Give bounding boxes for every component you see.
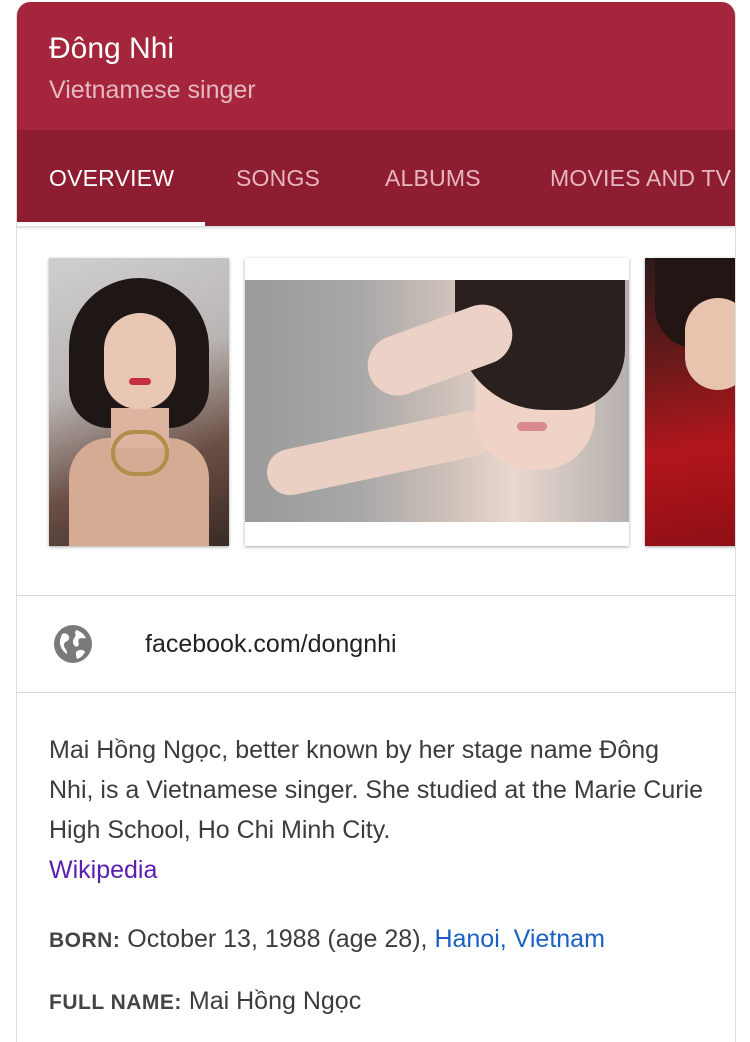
photo-3-face (685, 298, 735, 390)
photo-2-image (245, 280, 629, 522)
photo-2[interactable] (245, 258, 629, 546)
fact-born: BORN: October 13, 1988 (age 28), Hanoi, … (49, 925, 605, 954)
tab-songs[interactable]: SONGS (236, 165, 320, 192)
birthplace-link[interactable]: Hanoi, Vietnam (434, 925, 604, 953)
photo-1-face (104, 313, 176, 409)
photo-carousel[interactable] (17, 258, 735, 550)
website-link[interactable]: facebook.com/dongnhi (145, 630, 397, 659)
entity-description: Mai Hồng Ngọc, better known by her stage… (49, 730, 709, 890)
fact-born-label: BORN: (49, 929, 121, 952)
divider (17, 692, 735, 693)
globe-icon (53, 624, 93, 664)
fact-full-name-label: FULL NAME: (49, 991, 182, 1014)
photo-2-arm (262, 406, 498, 500)
photo-1[interactable] (49, 258, 229, 546)
photo-3[interactable] (645, 258, 735, 546)
entity-title: Đông Nhi (49, 32, 175, 65)
photo-2-lips (517, 422, 547, 431)
fact-full-name-value: Mai Hồng Ngọc (188, 987, 362, 1015)
fact-full-name: FULL NAME: Mai Hồng Ngọc (49, 987, 361, 1016)
wikipedia-link[interactable]: Wikipedia (49, 850, 709, 890)
panel-header: Đông Nhi Vietnamese singer (17, 2, 735, 130)
divider (17, 595, 735, 596)
entity-subtitle: Vietnamese singer (49, 76, 256, 104)
description-text: Mai Hồng Ngọc, better known by her stage… (49, 736, 704, 844)
knowledge-panel: Đông Nhi Vietnamese singer OVERVIEW SONG… (16, 2, 736, 1042)
tab-overview[interactable]: OVERVIEW (49, 165, 174, 192)
tab-movies-and-tv[interactable]: MOVIES AND TV (550, 165, 731, 192)
photo-1-lips (129, 378, 151, 385)
fact-born-value: October 13, 1988 (age 28), (127, 925, 428, 953)
tab-bar-shadow (17, 226, 735, 230)
photo-1-necklace (111, 430, 169, 476)
tab-albums[interactable]: ALBUMS (385, 165, 481, 192)
tab-bar: OVERVIEW SONGS ALBUMS MOVIES AND TV (17, 130, 735, 226)
